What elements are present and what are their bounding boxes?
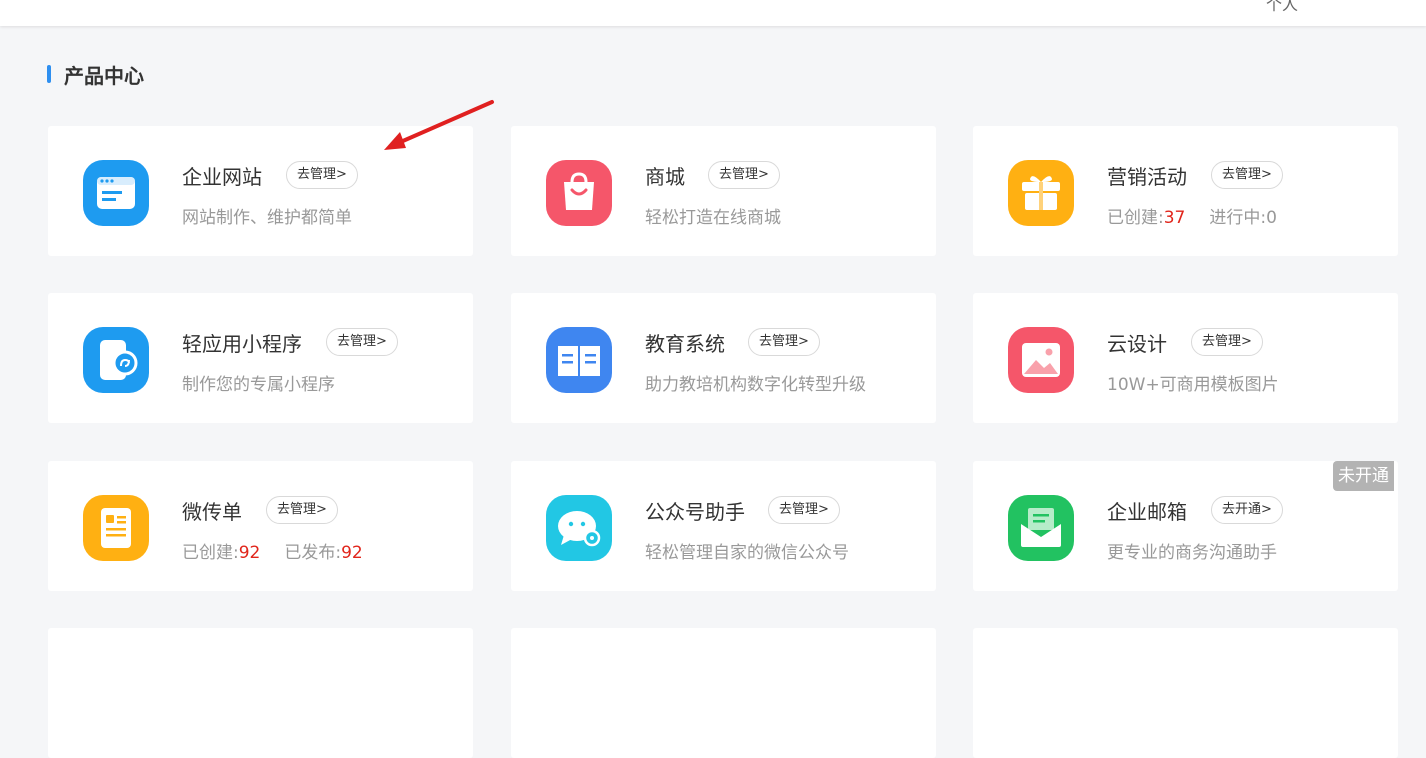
manage-button[interactable]: 去管理> (708, 161, 780, 189)
book-icon (546, 327, 612, 393)
shopping-bag-icon (546, 160, 612, 226)
stat-value: 0 (1266, 208, 1277, 228)
manage-button[interactable]: 去管理> (286, 161, 358, 189)
activate-button[interactable]: 去开通> (1211, 496, 1283, 524)
stat-value: 37 (1163, 208, 1186, 228)
mini-program-icon (83, 327, 149, 393)
product-name: 企业邮箱 (1107, 500, 1187, 524)
product-name: 企业网站 (182, 165, 262, 189)
product-card-cloud-design[interactable]: 云设计 去管理> 10W+可商用模板图片 (973, 293, 1398, 423)
top-bar: 个人 (0, 0, 1426, 26)
manage-button[interactable]: 去管理> (1191, 328, 1263, 356)
mail-icon (1008, 495, 1074, 561)
stat-label: 已创建: (1107, 208, 1164, 228)
product-desc: 更专业的商务沟通助手 (1107, 543, 1277, 563)
stat-label: 已发布: (284, 543, 342, 563)
product-desc: 制作您的专属小程序 (182, 375, 335, 395)
product-stats: 已创建:37 进行中:0 (1107, 203, 1277, 228)
stat-value: 92 (341, 543, 363, 563)
annotation-arrow (384, 100, 494, 150)
status-badge: 未开通 (1333, 461, 1394, 491)
stat-label: 已创建: (182, 543, 239, 563)
product-stats: 已创建:92 已发布:92 (182, 538, 363, 563)
section-header: 产品中心 (47, 60, 144, 88)
product-card-education[interactable]: 教育系统 去管理> 助力教培机构数字化转型升级 (511, 293, 936, 423)
product-name: 营销活动 (1107, 165, 1187, 189)
website-icon (83, 160, 149, 226)
product-name: 商城 (645, 165, 685, 189)
product-desc: 10W+可商用模板图片 (1107, 375, 1279, 395)
product-card-mall[interactable]: 商城 去管理> 轻松打造在线商城 (511, 126, 936, 256)
product-name: 云设计 (1107, 332, 1167, 356)
product-card-flyer[interactable]: 微传单 去管理> 已创建:92 已发布:92 (48, 461, 473, 591)
product-desc: 轻松打造在线商城 (645, 208, 781, 228)
product-name: 轻应用小程序 (182, 332, 302, 356)
product-name: 微传单 (182, 500, 242, 524)
manage-button[interactable]: 去管理> (266, 496, 338, 524)
product-card-partial (511, 628, 936, 758)
product-name: 教育系统 (645, 332, 725, 356)
product-card-enterprise-mail[interactable]: 企业邮箱 去开通> 更专业的商务沟通助手 未开通 (973, 461, 1398, 591)
gift-icon (1008, 160, 1074, 226)
product-card-partial (973, 628, 1398, 758)
manage-button[interactable]: 去管理> (748, 328, 820, 356)
stat-label: 进行中: (1209, 208, 1267, 228)
product-desc: 网站制作、维护都简单 (182, 208, 352, 228)
product-card-marketing[interactable]: 营销活动 去管理> 已创建:37 进行中:0 (973, 126, 1398, 256)
wechat-chat-icon (546, 495, 612, 561)
product-desc: 轻松管理自家的微信公众号 (645, 543, 849, 563)
section-accent-bar (47, 65, 51, 83)
image-icon (1008, 327, 1074, 393)
stat-value: 92 (238, 543, 261, 563)
product-desc: 助力教培机构数字化转型升级 (645, 375, 866, 395)
manage-button[interactable]: 去管理> (326, 328, 398, 356)
product-card-wechat-assistant[interactable]: 公众号助手 去管理> 轻松管理自家的微信公众号 (511, 461, 936, 591)
flyer-icon (83, 495, 149, 561)
product-card-partial (48, 628, 473, 758)
section-title: 产品中心 (64, 63, 144, 88)
top-bar-fragment[interactable]: 个人 (1266, 0, 1298, 15)
manage-button[interactable]: 去管理> (768, 496, 840, 524)
manage-button[interactable]: 去管理> (1211, 161, 1283, 189)
product-name: 公众号助手 (645, 500, 745, 524)
product-card-mini-program[interactable]: 轻应用小程序 去管理> 制作您的专属小程序 (48, 293, 473, 423)
